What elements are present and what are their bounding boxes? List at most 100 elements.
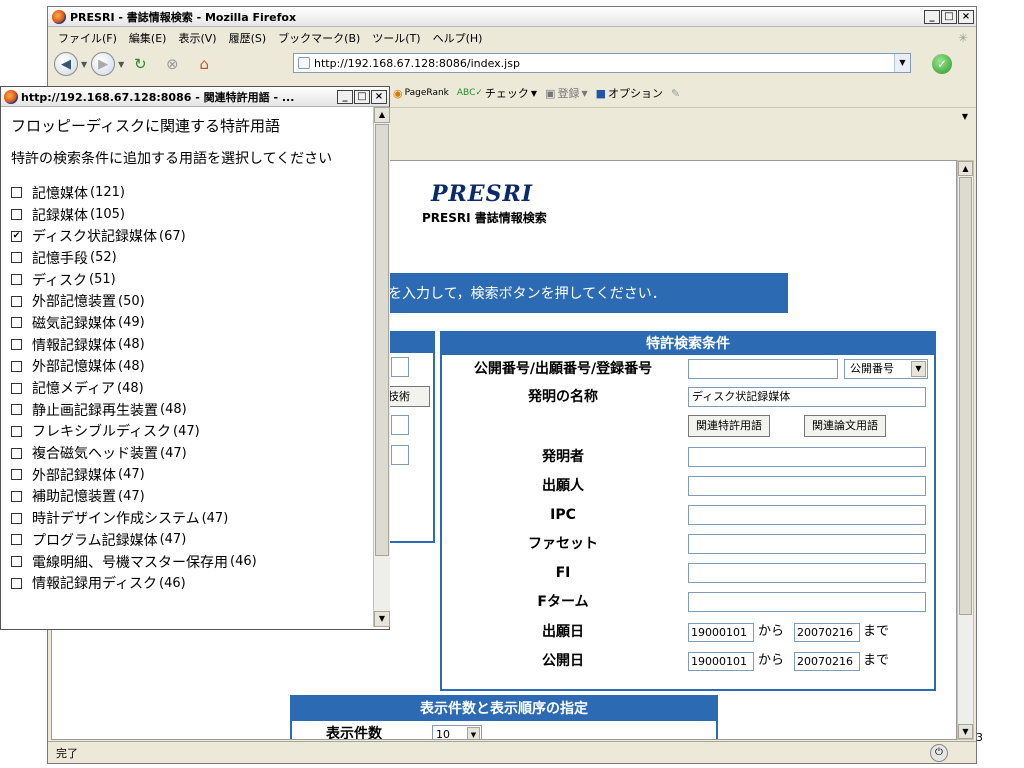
title-bar[interactable]: PRESRI - 書誌情報検索 - Mozilla Firefox _ □ × [48, 7, 976, 27]
term-checkbox[interactable] [11, 469, 22, 481]
term-checkbox[interactable] [11, 534, 22, 546]
stop-icon[interactable]: ⊗ [160, 53, 184, 75]
home-icon[interactable]: ⌂ [192, 53, 216, 75]
term-option[interactable]: 磁気記録媒体 (49) [11, 312, 373, 334]
menu-edit[interactable]: 編集(E) [129, 30, 167, 46]
term-checkbox[interactable] [11, 404, 22, 416]
scroll-down-icon[interactable]: ▼ [958, 724, 973, 739]
term-option[interactable]: 外部記憶装置 (50) [11, 290, 373, 312]
term-checkbox[interactable] [11, 360, 22, 372]
menu-history[interactable]: 履歴(S) [229, 30, 267, 46]
register-button[interactable]: ▣ 登録 ▼ [545, 85, 588, 101]
term-count: (47) [160, 445, 187, 461]
term-option[interactable]: プログラム記録媒体 (47) [11, 529, 373, 551]
term-checkbox[interactable] [11, 317, 22, 329]
menu-help[interactable]: ヘルプ(H) [433, 30, 483, 46]
left-input-2[interactable] [391, 415, 409, 435]
term-checkbox[interactable] [11, 447, 22, 459]
scroll-up-icon[interactable]: ▲ [374, 107, 390, 123]
title-input[interactable]: ディスク状記録媒体 [688, 387, 926, 407]
term-checkbox[interactable] [11, 556, 22, 568]
back-button[interactable]: ◀ [54, 52, 78, 76]
page-scrollbar[interactable]: ▲ ▼ [957, 160, 974, 740]
term-option[interactable]: フレキシブルディスク (47) [11, 421, 373, 443]
forward-button[interactable]: ▶ [91, 52, 116, 76]
status-icon[interactable]: ⏻ [930, 744, 948, 762]
highlighter-icon[interactable]: ✎ [671, 87, 680, 100]
options-button[interactable]: ■ オプション [596, 85, 663, 101]
term-option[interactable]: 外部記録媒体 (47) [11, 464, 373, 486]
filing-date-to-input[interactable]: 20070216 [794, 623, 860, 642]
publication-date-from-input[interactable]: 19000101 [688, 652, 754, 671]
related-paper-terms-button[interactable]: 関連論文用語 [804, 415, 886, 437]
term-option[interactable]: 記憶手段 (52) [11, 247, 373, 269]
number-input[interactable] [688, 359, 838, 379]
popup-title: http://192.168.67.128:8086 - 関連特許用語 - ..… [21, 90, 295, 104]
menu-view[interactable]: 表示(V) [178, 30, 216, 46]
term-checkbox[interactable] [11, 295, 22, 307]
term-checkbox[interactable] [11, 382, 22, 394]
term-option[interactable]: 情報記録用ディスク (46) [11, 572, 373, 594]
minimize-button[interactable]: _ [924, 9, 940, 24]
term-option[interactable]: 外部記憶媒体 (48) [11, 356, 373, 378]
term-option[interactable]: 記録媒体 (105) [11, 204, 373, 226]
term-option[interactable]: ✔ ディスク状記録媒体 (67) [11, 225, 373, 247]
term-option[interactable]: ディスク (51) [11, 269, 373, 291]
fi-input[interactable] [688, 563, 926, 583]
term-option[interactable]: 静止画記録再生装置 (48) [11, 399, 373, 421]
related-patent-terms-button[interactable]: 関連特許用語 [688, 415, 770, 437]
term-checkbox[interactable] [11, 490, 22, 502]
spellcheck-button[interactable]: ABC✓ チェック ▼ [457, 85, 537, 101]
filing-date-from-input[interactable]: 19000101 [688, 623, 754, 642]
publication-date-to-input[interactable]: 20070216 [794, 652, 860, 671]
term-checkbox[interactable] [11, 187, 22, 199]
popup-maximize-button[interactable]: □ [354, 89, 370, 104]
left-input-1[interactable] [391, 357, 409, 377]
left-tech-button[interactable]: 技術 [384, 386, 430, 407]
popup-title-bar[interactable]: http://192.168.67.128:8086 - 関連特許用語 - ..… [1, 87, 389, 107]
facet-input[interactable] [688, 534, 926, 554]
term-checkbox[interactable] [11, 512, 22, 524]
scroll-thumb[interactable] [375, 124, 389, 556]
close-button[interactable]: × [958, 9, 974, 24]
scroll-thumb[interactable] [959, 177, 972, 615]
back-dropdown-icon[interactable]: ▼ [81, 60, 87, 69]
url-dropdown-icon[interactable]: ▼ [894, 54, 910, 72]
term-checkbox[interactable] [11, 339, 22, 351]
maximize-button[interactable]: □ [941, 9, 957, 24]
popup-close-button[interactable]: × [371, 89, 387, 104]
go-button[interactable]: ✓ [932, 54, 952, 74]
ipc-input[interactable] [688, 505, 926, 525]
term-checkbox[interactable] [11, 209, 22, 221]
fterm-input[interactable] [688, 592, 926, 612]
term-checkbox[interactable]: ✔ [11, 230, 22, 242]
term-option[interactable]: 時計デザイン作成システム (47) [11, 507, 373, 529]
term-option[interactable]: 補助記憶装置 (47) [11, 486, 373, 508]
term-checkbox[interactable] [11, 274, 22, 286]
scroll-down-icon[interactable]: ▼ [374, 611, 390, 627]
popup-scrollbar[interactable]: ▲ ▼ [373, 107, 390, 627]
menu-bookmarks[interactable]: ブックマーク(B) [278, 30, 360, 46]
term-option[interactable]: 複合磁気ヘッド装置 (47) [11, 442, 373, 464]
pagerank-button[interactable]: ◉ PageRank [393, 87, 449, 100]
inventor-input[interactable] [688, 447, 926, 467]
popup-minimize-button[interactable]: _ [337, 89, 353, 104]
term-option[interactable]: 記憶メディア (48) [11, 377, 373, 399]
term-checkbox[interactable] [11, 252, 22, 264]
number-type-select[interactable]: 公開番号 ▼ [844, 359, 928, 379]
menu-tools[interactable]: ツール(T) [372, 30, 420, 46]
left-input-3[interactable] [391, 445, 409, 465]
forward-dropdown-icon[interactable]: ▼ [118, 60, 124, 69]
tab-list-dropdown-icon[interactable]: ▼ [958, 110, 972, 124]
display-count-select[interactable]: 10 ▼ [432, 725, 482, 739]
reload-icon[interactable]: ↻ [128, 53, 152, 75]
menu-file[interactable]: ファイル(F) [58, 30, 117, 46]
term-checkbox[interactable] [11, 577, 22, 589]
url-bar[interactable]: http://192.168.67.128:8086/index.jsp ▼ [293, 53, 911, 73]
term-option[interactable]: 情報記録媒体 (48) [11, 334, 373, 356]
term-option[interactable]: 記憶媒体 (121) [11, 182, 373, 204]
term-checkbox[interactable] [11, 425, 22, 437]
term-option[interactable]: 電線明細、号機マスター保存用 (46) [11, 551, 373, 573]
applicant-input[interactable] [688, 476, 926, 496]
scroll-up-icon[interactable]: ▲ [958, 161, 973, 176]
